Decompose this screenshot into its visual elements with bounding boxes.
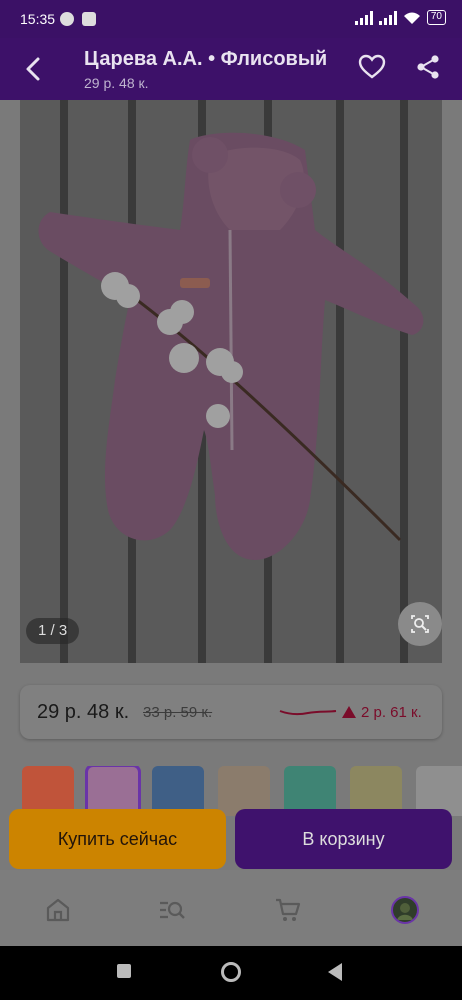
status-bar: 15:35 70 bbox=[0, 0, 462, 38]
price-trend-sparkline bbox=[279, 710, 337, 716]
cart-icon[interactable] bbox=[274, 896, 302, 924]
chevron-left-icon[interactable] bbox=[20, 55, 48, 83]
old-price: 33 р. 59 к. bbox=[143, 704, 213, 721]
wifi-icon bbox=[403, 12, 420, 24]
notification-icon bbox=[60, 12, 74, 26]
visual-search-icon bbox=[411, 615, 429, 633]
product-photo[interactable] bbox=[20, 100, 442, 663]
price-change-value: 2 р. 61 к. bbox=[361, 704, 422, 721]
app-bar: Царева А.А. • Флисовый 29 р. 48 к. bbox=[0, 38, 462, 100]
signal-icon-2 bbox=[378, 10, 397, 25]
home-icon[interactable] bbox=[44, 896, 72, 924]
battery-icon: 70 bbox=[426, 10, 446, 25]
youtube-icon bbox=[82, 12, 96, 26]
status-time: 15:35 bbox=[20, 11, 56, 27]
current-price: 29 р. 48 к. bbox=[37, 701, 130, 723]
gallery-counter: 1 / 3 bbox=[26, 618, 80, 644]
page-title: Царева А.А. • Флисовый bbox=[84, 48, 328, 70]
signal-icon bbox=[354, 10, 373, 25]
share-icon[interactable] bbox=[414, 53, 442, 81]
recent-apps-icon[interactable] bbox=[117, 964, 131, 978]
profile-avatar[interactable] bbox=[391, 896, 419, 924]
page-subtitle-price: 29 р. 48 к. bbox=[84, 75, 149, 91]
buy-now-button[interactable]: Купить сейчас bbox=[9, 809, 226, 869]
visual-search-button[interactable] bbox=[398, 602, 442, 646]
home-button-icon[interactable] bbox=[221, 962, 241, 982]
price-card: 29 р. 48 к. 33 р. 59 к. 2 р. 61 к. bbox=[20, 685, 442, 739]
product-image-jumpsuit bbox=[20, 100, 442, 663]
bottom-nav bbox=[0, 870, 462, 946]
add-to-cart-button[interactable]: В корзину bbox=[235, 809, 452, 869]
avatar-image bbox=[397, 903, 413, 920]
arrow-up-icon bbox=[342, 706, 356, 718]
price-change: 2 р. 61 к. bbox=[342, 704, 422, 721]
catalog-search-icon[interactable] bbox=[158, 896, 186, 924]
heart-icon[interactable] bbox=[358, 53, 386, 81]
back-triangle-icon[interactable] bbox=[328, 963, 342, 981]
